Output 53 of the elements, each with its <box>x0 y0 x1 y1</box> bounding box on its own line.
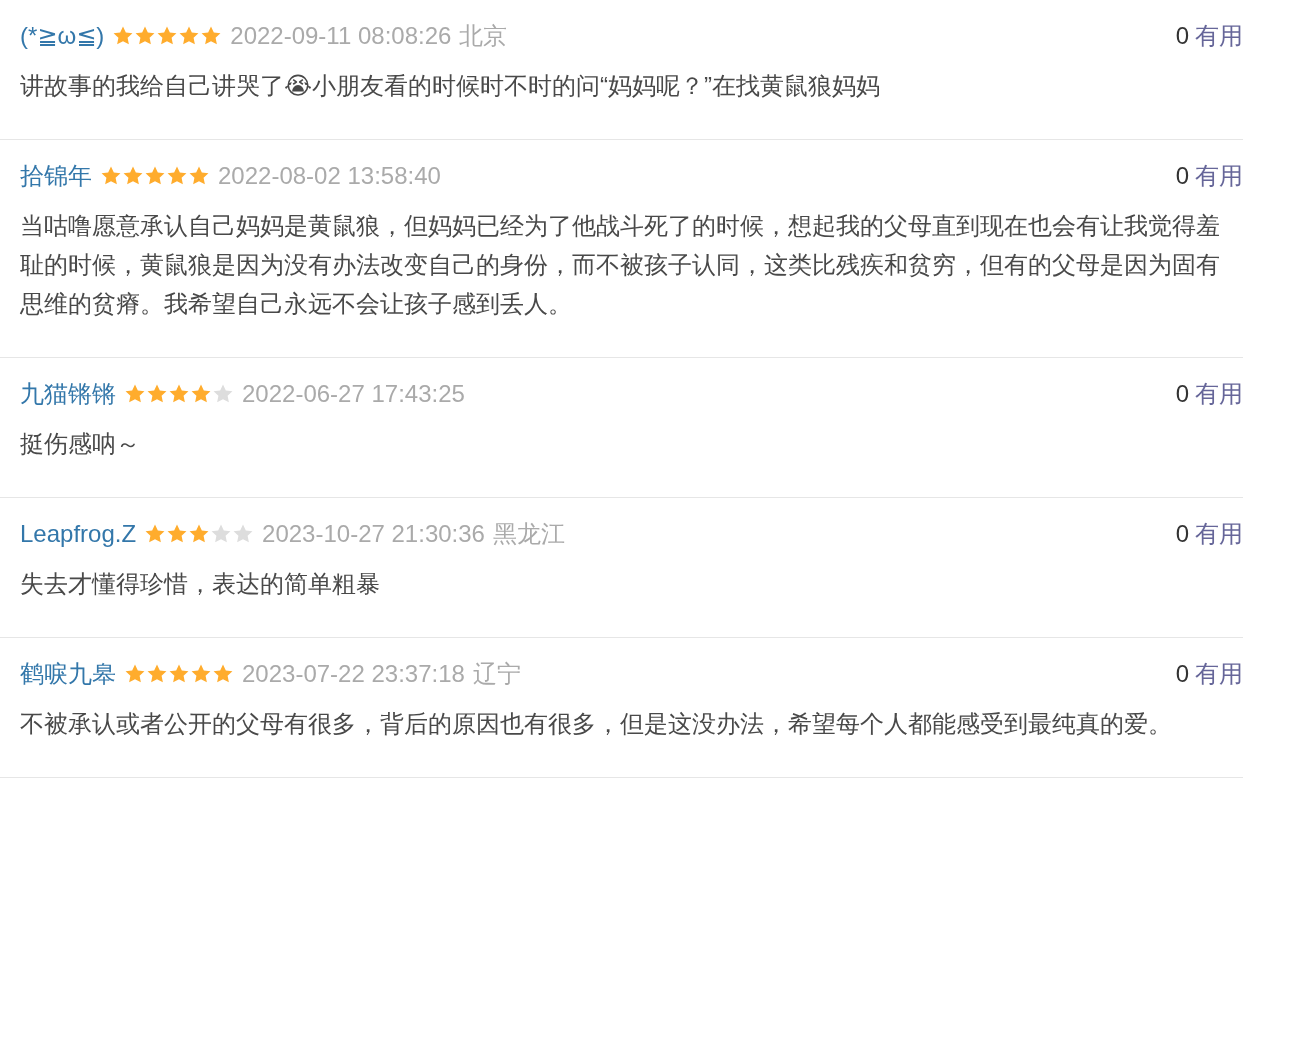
useful-link[interactable]: 有用 <box>1195 158 1243 194</box>
star-icon <box>166 165 188 187</box>
star-icon <box>168 383 190 405</box>
vote-count: 0 <box>1175 519 1189 549</box>
comment-time: 2023-10-27 21:30:36 <box>262 519 485 549</box>
star-icon <box>112 25 135 47</box>
comment-text: 讲故事的我给自己讲哭了😭小朋友看的时候时不时的问“妈妈呢？”在找黄鼠狼妈妈 <box>20 71 882 101</box>
username-link[interactable]: (*≧ω≦) <box>20 18 105 54</box>
star-icon <box>144 523 167 545</box>
comment-time: 2022-08-02 13:58:40 <box>218 161 441 191</box>
username-link[interactable]: Leapfrog.Z <box>20 516 137 552</box>
useful-link[interactable]: 有用 <box>1195 656 1243 692</box>
star-icon <box>210 523 233 545</box>
vote-count: 0 <box>1175 659 1189 689</box>
vote-count: 0 <box>1175 161 1189 191</box>
star-icon <box>122 165 144 187</box>
star-icon <box>190 663 212 685</box>
useful-link[interactable]: 有用 <box>1195 18 1243 54</box>
star-icon <box>190 383 212 405</box>
star-icon <box>124 663 146 685</box>
comment-text: 不被承认或者公开的父母有很多，背后的原因也有很多，但是这没办法，希望每个人都能感受到最纯真的爱。 <box>20 709 1173 739</box>
star-icon <box>212 663 234 685</box>
star-icon <box>100 165 122 187</box>
star-icon <box>232 523 255 545</box>
star-icon <box>144 165 166 187</box>
comment-time: 2022-09-11 08:08:26 <box>230 21 452 51</box>
username-link[interactable]: 拾锦年 <box>20 158 92 194</box>
star-icon <box>146 663 168 685</box>
vote-count: 0 <box>1175 379 1189 409</box>
star-icon <box>212 383 234 405</box>
comment-location: 辽宁 <box>472 659 521 689</box>
star-icon <box>166 523 189 545</box>
useful-link[interactable]: 有用 <box>1195 376 1243 412</box>
star-icon <box>134 25 157 47</box>
star-icon <box>156 25 179 47</box>
star-icon <box>200 25 223 47</box>
vote-count: 0 <box>1175 21 1189 51</box>
comment-time: 2022-06-27 17:43:25 <box>242 379 465 409</box>
star-icon <box>188 165 210 187</box>
star-icon <box>146 383 168 405</box>
useful-link[interactable]: 有用 <box>1195 516 1243 552</box>
star-icon <box>178 25 201 47</box>
username-link[interactable]: 九猫锵锵 <box>20 376 116 412</box>
comment-location: 北京 <box>459 21 508 51</box>
comment-location: 黑龙江 <box>492 519 565 549</box>
star-icon <box>168 663 190 685</box>
comment-time: 2023-07-22 23:37:18 <box>242 659 465 689</box>
star-icon <box>124 383 146 405</box>
comment-text: 挺伤感呐～ <box>20 429 141 459</box>
comment-text: 失去才懂得珍惜，表达的简单粗暴 <box>20 569 381 599</box>
star-icon <box>188 523 211 545</box>
username-link[interactable]: 鹤唳九皋 <box>20 656 116 692</box>
comment-text: 当咕噜愿意承认自己妈妈是黄鼠狼，但妈妈已经为了他战斗死了的时候，想起我的父母直到现在也会有让我觉得羞耻的时候，黄鼠狼是因为没有办法改变自己的身份，而不被孩子认同，这类比残疾和贫穷，但有的父母是因为固有思维的贫瘠。我希望自己永远不会让孩子感到丢人。 <box>20 211 1221 319</box>
